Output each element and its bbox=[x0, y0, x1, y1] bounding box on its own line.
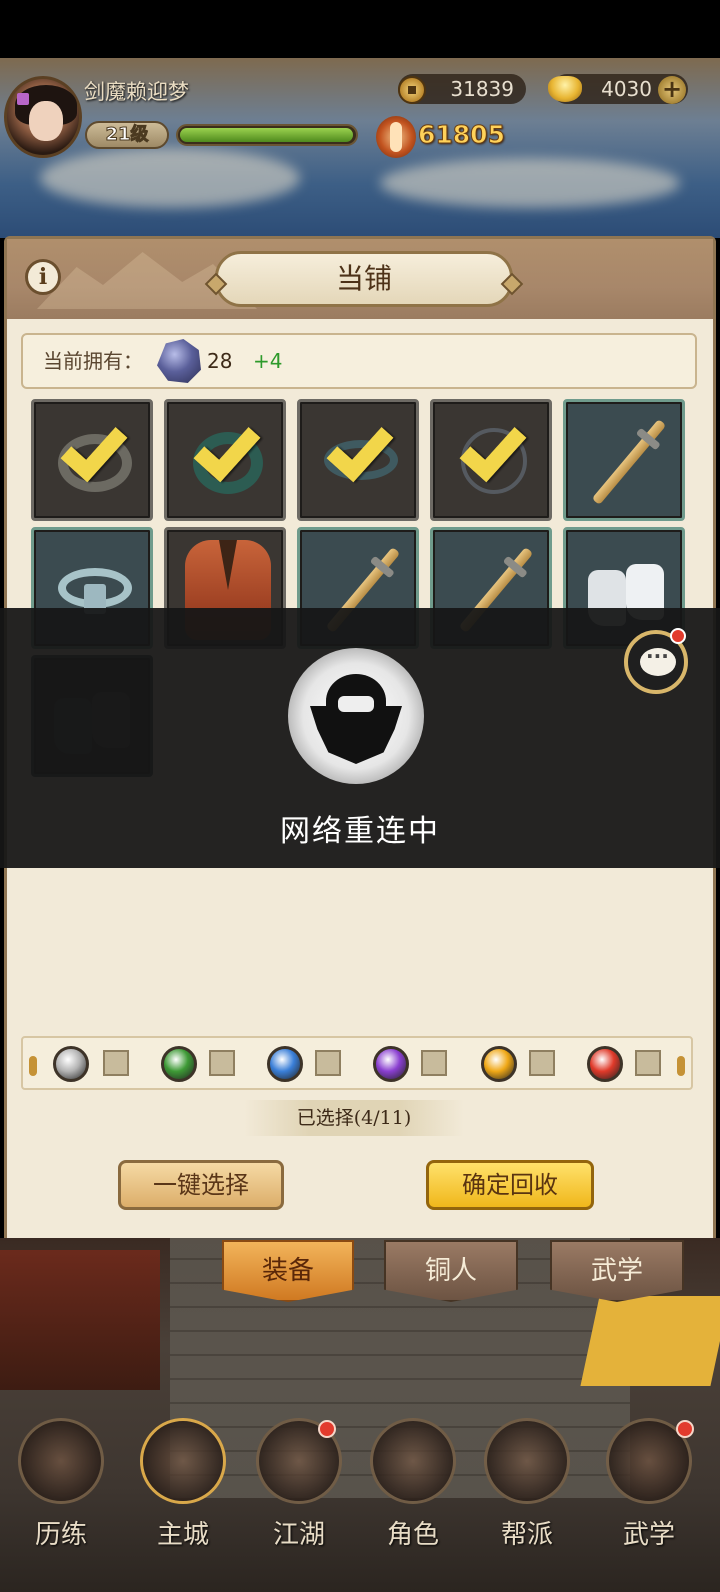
gold-count: 4030 bbox=[601, 77, 652, 101]
quality-green-icon bbox=[161, 1046, 197, 1082]
item-slot-sword[interactable] bbox=[563, 399, 685, 521]
gold-ingot-icon bbox=[548, 76, 582, 102]
notification-dot bbox=[670, 628, 686, 644]
owned-count: 28 bbox=[207, 349, 233, 373]
item-slot-belt[interactable] bbox=[297, 399, 419, 521]
nav-martial[interactable]: 武学 bbox=[596, 1418, 702, 1568]
quality-green-checkbox[interactable] bbox=[209, 1050, 235, 1076]
item-slot-ring[interactable] bbox=[31, 399, 153, 521]
exp-bar-fill bbox=[180, 128, 353, 142]
tab-bronze-man[interactable]: 铜人 bbox=[384, 1240, 518, 1302]
nav-label: 主城 bbox=[156, 1520, 209, 1550]
quality-blue-icon bbox=[267, 1046, 303, 1082]
tab-martial[interactable]: 武学 bbox=[550, 1240, 684, 1302]
avatar-badge-icon bbox=[17, 93, 29, 105]
owned-label: 当前拥有： bbox=[43, 349, 143, 373]
nav-main-city[interactable]: 主城 bbox=[130, 1418, 236, 1568]
notification-dot bbox=[318, 1420, 336, 1438]
combat-power-icon bbox=[376, 116, 416, 158]
yellow-roof bbox=[580, 1296, 720, 1386]
nav-training[interactable]: 历练 bbox=[8, 1418, 114, 1568]
nav-label: 江湖 bbox=[272, 1520, 325, 1550]
market-stall bbox=[0, 1250, 160, 1390]
player-name: 剑魔赖迎梦 bbox=[84, 80, 189, 104]
quality-gray-icon bbox=[53, 1046, 89, 1082]
chat-bubble-icon bbox=[640, 644, 676, 676]
tab-equipment[interactable]: 装备 bbox=[222, 1240, 354, 1302]
copper-coin-icon bbox=[398, 76, 426, 104]
status-bar bbox=[0, 0, 720, 58]
item-slot-cord-ring[interactable] bbox=[430, 399, 552, 521]
confirm-recycle-button[interactable]: 确定回收 bbox=[426, 1160, 594, 1210]
city-gate-icon bbox=[140, 1418, 226, 1504]
sword-icon bbox=[591, 418, 667, 506]
quality-orange-checkbox[interactable] bbox=[529, 1050, 555, 1076]
nav-guild[interactable]: 帮派 bbox=[474, 1418, 580, 1568]
quality-red-icon bbox=[587, 1046, 623, 1082]
info-icon[interactable]: i bbox=[25, 259, 61, 295]
quality-gray-checkbox[interactable] bbox=[103, 1050, 129, 1076]
nav-label: 角色 bbox=[386, 1520, 439, 1550]
player-avatar[interactable] bbox=[4, 76, 82, 158]
guild-icon bbox=[484, 1418, 570, 1504]
quality-purple-checkbox[interactable] bbox=[421, 1050, 447, 1076]
selection-count: 已选择(4/11) bbox=[296, 1107, 412, 1129]
coin-count: 31839 bbox=[450, 77, 514, 101]
nav-jianghu[interactable]: 江湖 bbox=[246, 1418, 352, 1568]
quality-purple-icon bbox=[373, 1046, 409, 1082]
nav-character[interactable]: 角色 bbox=[360, 1418, 466, 1568]
panel-header: i 当铺 bbox=[7, 239, 713, 319]
quality-filter-bar bbox=[21, 1036, 693, 1090]
character-icon bbox=[370, 1418, 456, 1504]
loading-mascot-icon bbox=[288, 648, 424, 784]
quality-red-checkbox[interactable] bbox=[635, 1050, 661, 1076]
exp-bar bbox=[176, 124, 358, 146]
nav-label: 武学 bbox=[622, 1520, 675, 1550]
quality-blue-checkbox[interactable] bbox=[315, 1050, 341, 1076]
notification-dot bbox=[676, 1420, 694, 1438]
quality-orange-icon bbox=[481, 1046, 517, 1082]
owned-bonus: +4 bbox=[253, 349, 283, 373]
nav-label: 历练 bbox=[34, 1520, 87, 1550]
training-icon bbox=[18, 1418, 104, 1504]
player-level: 21级 bbox=[85, 121, 169, 149]
select-all-button[interactable]: 一键选择 bbox=[118, 1160, 284, 1210]
combat-power: 61805 bbox=[418, 120, 506, 150]
title-plaque: 当铺 bbox=[204, 251, 524, 307]
panel-title: 当铺 bbox=[335, 262, 392, 295]
reconnect-message: 网络重连中 bbox=[280, 814, 440, 849]
nav-label: 帮派 bbox=[500, 1520, 553, 1550]
chat-button[interactable] bbox=[624, 628, 688, 694]
owned-resource-box: 当前拥有： 28 +4 bbox=[21, 333, 697, 389]
ore-icon bbox=[157, 339, 201, 383]
item-slot-jade-pendant[interactable] bbox=[164, 399, 286, 521]
add-gold-icon[interactable]: + bbox=[658, 76, 686, 104]
